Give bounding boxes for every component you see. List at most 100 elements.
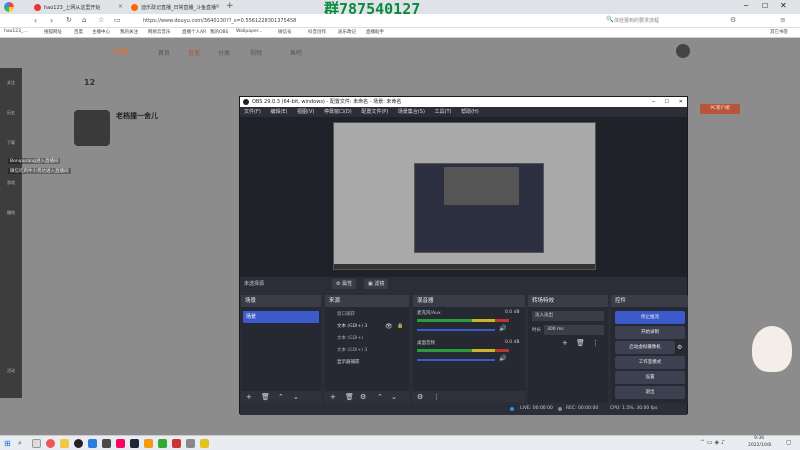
start-recording-button[interactable]: 开始录制 <box>615 326 685 339</box>
desktop-volume-slider[interactable] <box>417 359 495 361</box>
bookmark-6[interactable]: 直播个人AR <box>182 29 206 35</box>
bookmark-3[interactable]: 主播中心 <box>92 29 110 35</box>
menu-view[interactable]: 视图(V) <box>297 109 314 115</box>
search-placeholder[interactable]: 体检报到的要求流程 <box>614 17 704 24</box>
nav-video[interactable]: 视频 <box>250 48 262 57</box>
add-source-icon[interactable]: + <box>330 393 336 401</box>
bookmark-11[interactable]: 迪乐政记 <box>338 29 356 35</box>
obs-minimize-icon[interactable]: ─ <box>652 97 655 107</box>
stop-streaming-button[interactable]: 停止推流 <box>615 311 685 324</box>
menu-docks[interactable]: 停靠窗口(D) <box>324 109 352 115</box>
steam-taskbar-icon[interactable] <box>130 439 139 448</box>
transition-select[interactable]: 淡入淡出 <box>532 311 604 321</box>
bookmark-2[interactable]: 百度 <box>74 29 83 35</box>
bookmark-8[interactable]: Wallpaper... <box>236 29 262 34</box>
mixer-settings-icon[interactable]: ⚙ <box>417 393 423 401</box>
desktop-mute-icon[interactable]: 🔊 <box>499 355 506 362</box>
source-item[interactable]: 显示器捕获 <box>329 357 407 369</box>
start-icon[interactable]: ⊞ <box>4 439 11 448</box>
app-taskbar-icon[interactable] <box>88 439 97 448</box>
close-tab-icon[interactable]: × <box>118 3 123 10</box>
clock-date[interactable]: 2022/10/8 <box>748 443 771 448</box>
forward-icon[interactable]: › <box>50 16 53 25</box>
reload-icon[interactable]: ↻ <box>66 16 72 24</box>
mic-mute-icon[interactable]: 🔊 <box>499 325 506 332</box>
move-up-icon[interactable]: ⌃ <box>377 393 383 401</box>
scene-item[interactable]: 场景 <box>243 311 319 323</box>
bookmark-0[interactable]: hao123_... <box>4 29 28 34</box>
close-tab-icon[interactable]: × <box>215 3 220 10</box>
sidebar-toggle-icon[interactable]: ▭ <box>114 16 121 24</box>
properties-button[interactable]: ⚙ 属性 <box>332 279 357 289</box>
exit-button[interactable]: 退出 <box>615 386 685 399</box>
transition-menu-icon[interactable]: ⋮ <box>592 339 599 347</box>
app-taskbar-icon[interactable] <box>158 439 167 448</box>
tab-second[interactable]: 迪乐政记直播_日常直播_斗鱼直播 × <box>127 1 223 14</box>
task-view-icon[interactable] <box>32 439 41 448</box>
lock-icon[interactable]: 🔒 <box>397 323 403 329</box>
browser-taskbar-icon[interactable] <box>46 439 55 448</box>
bookmark-9[interactable]: 微信号 <box>278 29 292 35</box>
app-taskbar-icon[interactable] <box>186 439 195 448</box>
nav-live[interactable]: 直播 <box>188 48 200 57</box>
bookmark-10[interactable]: 抖音创作 <box>308 29 326 35</box>
nav-category[interactable]: 分类 <box>218 48 230 57</box>
move-up-icon[interactable]: ⌃ <box>278 393 284 401</box>
close-window-icon[interactable]: ✕ <box>780 1 787 10</box>
move-down-icon[interactable]: ⌄ <box>391 393 397 401</box>
menu-scene-collection[interactable]: 场景集合(S) <box>398 109 425 115</box>
app-taskbar-icon[interactable] <box>172 439 181 448</box>
pc-client-button[interactable]: PC客户端 <box>700 104 740 114</box>
nav-home[interactable]: 首页 <box>158 48 170 57</box>
bookmark-1[interactable]: 搜狐网址 <box>44 29 62 35</box>
notification-icon[interactable]: ▢ <box>786 439 792 446</box>
nav-yuba[interactable]: 鱼吧 <box>290 48 302 57</box>
mic-volume-slider[interactable] <box>417 329 495 331</box>
tray-icons[interactable]: ⌃ ▭ ◈ ♪ <box>700 439 725 446</box>
url-input[interactable]: https://www.douyu.com/3640130??_s=0.5561… <box>143 16 403 26</box>
search-icon[interactable]: ⌕ <box>18 439 22 448</box>
explorer-taskbar-icon[interactable] <box>60 439 69 448</box>
obs-maximize-icon[interactable]: ☐ <box>665 97 669 107</box>
rail-follow[interactable]: 关注 <box>2 80 20 86</box>
bookmark-4[interactable]: 我的关注 <box>120 29 138 35</box>
menu-file[interactable]: 文件(F) <box>244 109 261 115</box>
menu-profile[interactable]: 配置文件(P) <box>361 109 388 115</box>
source-item[interactable]: 文本 (GDI+) 3 <box>329 345 407 357</box>
browser-logo-icon[interactable] <box>4 2 14 12</box>
app-taskbar-icon[interactable] <box>116 439 125 448</box>
virtual-camera-settings-icon[interactable]: ⚙ <box>677 344 682 351</box>
remove-source-icon[interactable]: 🗑 <box>345 393 354 401</box>
source-item[interactable]: 窗口捕获 <box>329 309 407 321</box>
add-transition-icon[interactable]: + <box>562 339 568 347</box>
remove-transition-icon[interactable]: 🗑 <box>576 339 585 347</box>
rail-history[interactable]: 历史 <box>2 110 20 116</box>
other-bookmarks[interactable]: 其它书签 <box>770 29 788 35</box>
filters-button[interactable]: ▣ 滤镜 <box>364 279 389 289</box>
add-scene-icon[interactable]: + <box>246 393 252 401</box>
menu-help[interactable]: 帮助(H) <box>461 109 479 115</box>
menu-tools[interactable]: 工具(T) <box>435 109 452 115</box>
obs-preview[interactable] <box>240 117 687 277</box>
minimize-window-icon[interactable]: ─ <box>744 2 748 10</box>
home-icon[interactable]: ⌂ <box>82 16 86 24</box>
duration-input[interactable]: 300 ms <box>544 325 604 335</box>
settings-button[interactable]: 设置 <box>615 371 685 384</box>
source-settings-icon[interactable]: ⚙ <box>360 393 366 401</box>
source-item[interactable]: 文本 (GDI+) 3 <box>329 321 407 333</box>
rail-activity[interactable]: 活动 <box>2 368 20 374</box>
menu-icon[interactable]: ≡ <box>780 16 786 24</box>
clock-time[interactable]: 9:36 <box>754 436 764 441</box>
user-avatar[interactable] <box>676 44 690 58</box>
mixer-menu-icon[interactable]: ⋮ <box>433 393 440 401</box>
move-down-icon[interactable]: ⌄ <box>293 393 299 401</box>
douyu-logo[interactable]: 斗鱼 <box>112 46 128 57</box>
bookmark-7[interactable]: 我的OBS <box>210 29 228 35</box>
source-item[interactable]: 文本 (GDI+) <box>329 333 407 345</box>
visibility-eye-icon[interactable]: 👁 <box>385 323 393 330</box>
rail-game[interactable]: 游戏 <box>2 180 20 186</box>
app-taskbar-icon[interactable] <box>200 439 209 448</box>
studio-mode-button[interactable]: 工作室模式 <box>615 356 685 369</box>
remove-scene-icon[interactable]: 🗑 <box>261 393 270 401</box>
app-taskbar-icon[interactable] <box>144 439 153 448</box>
